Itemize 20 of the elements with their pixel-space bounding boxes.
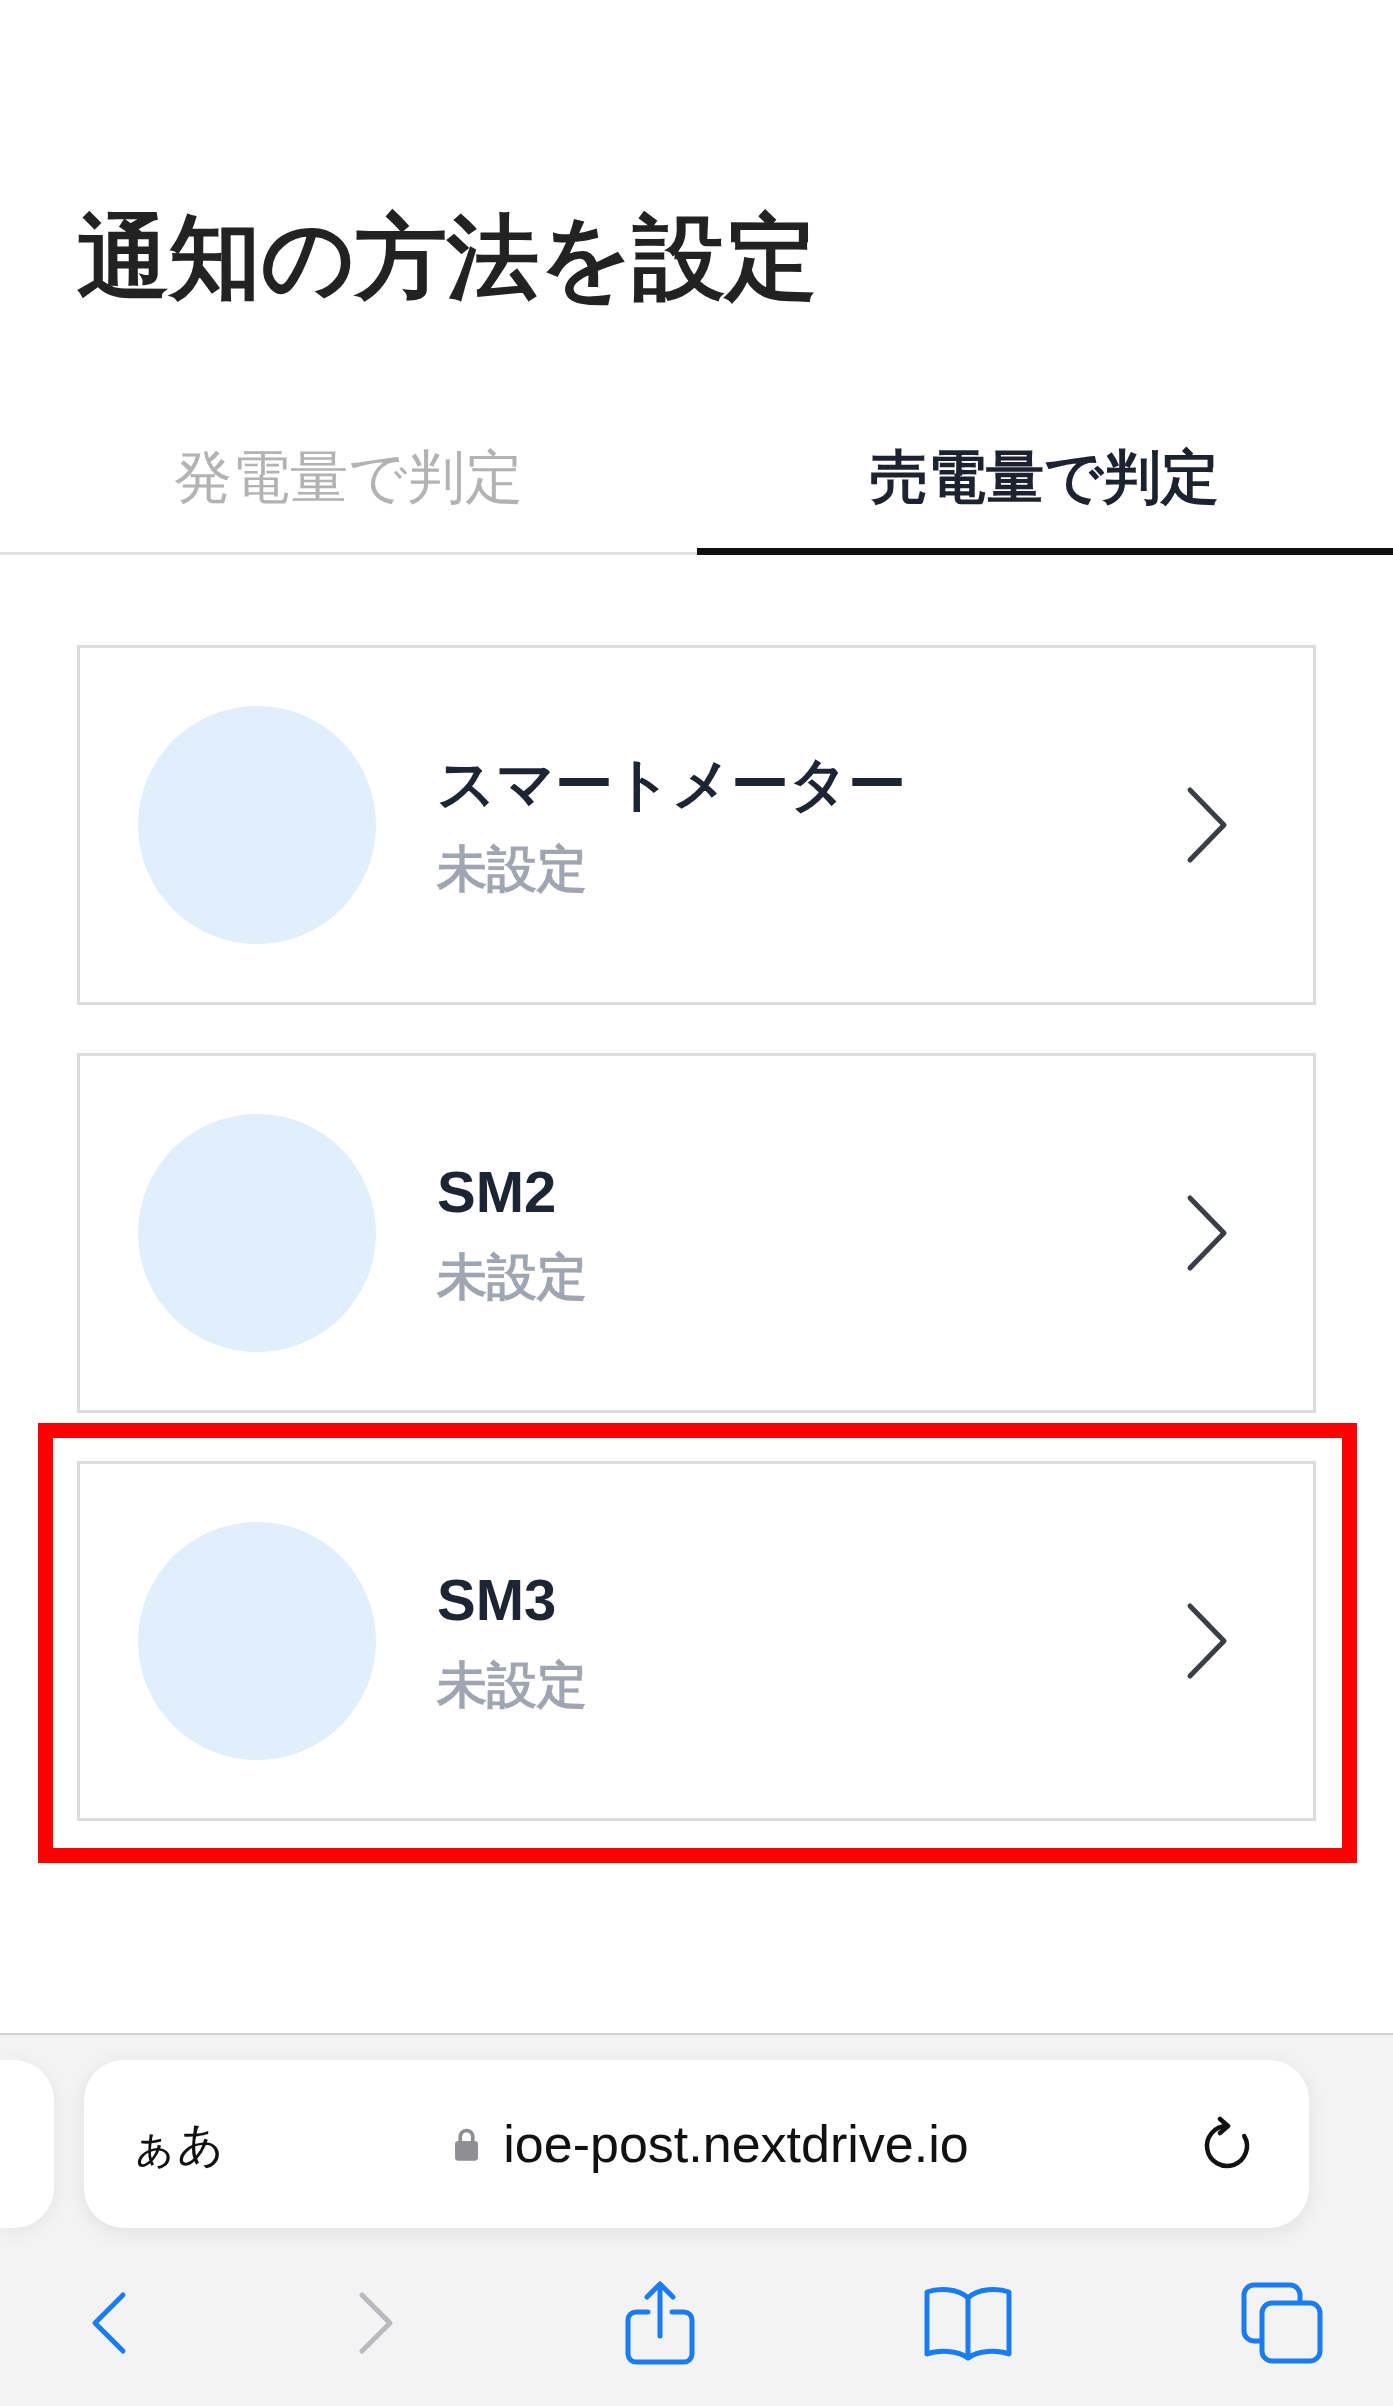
device-status: 未設定 — [437, 1248, 587, 1307]
book-icon[interactable] — [922, 2284, 1013, 2362]
chevron-right-icon — [1185, 786, 1229, 864]
device-status: 未設定 — [437, 1656, 587, 1715]
device-name: スマートメーター — [437, 751, 906, 817]
share-icon[interactable] — [623, 2280, 696, 2366]
device-card[interactable]: SM2 未設定 — [77, 1053, 1316, 1413]
device-card[interactable]: スマートメーター 未設定 — [77, 645, 1316, 1005]
chevron-right-icon — [1185, 1194, 1229, 1272]
address-bar[interactable]: ぁあ ioe-post.nextdrive.io — [84, 2060, 1309, 2228]
device-name: SM3 — [437, 1567, 557, 1633]
device-status: 未設定 — [437, 840, 587, 899]
url-text: ioe-post.nextdrive.io — [503, 2114, 969, 2175]
text-size-button[interactable]: ぁあ — [130, 2116, 224, 2172]
chevron-right-icon — [1185, 1602, 1229, 1680]
page-title: 通知の方法を設定 — [77, 205, 817, 310]
device-name: SM2 — [437, 1159, 557, 1225]
tabs-icon[interactable] — [1240, 2281, 1324, 2365]
tab[interactable]: 売電量で判定 — [696, 412, 1393, 555]
device-card[interactable]: SM3 未設定 — [77, 1461, 1316, 1821]
